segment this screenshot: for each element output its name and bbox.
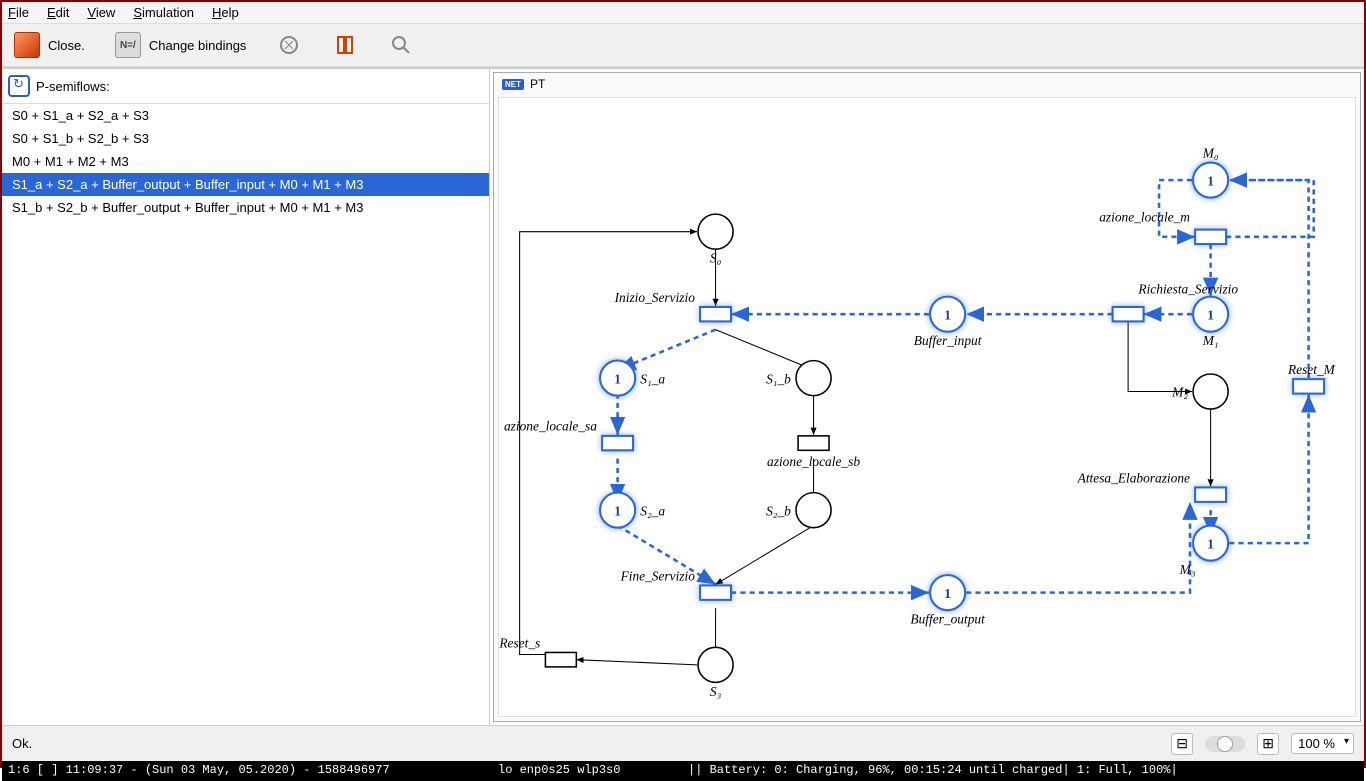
list-item[interactable]: S0 + S1_a + S2_a + S3 — [2, 104, 489, 127]
zoom-out-button[interactable]: ⊟ — [1171, 733, 1193, 755]
zoom-slider[interactable] — [1205, 736, 1245, 752]
menu-help[interactable]: Help — [212, 5, 239, 20]
change-bindings-button[interactable]: N=/ Change bindings — [115, 32, 247, 58]
svg-text:M₂: M₂ — [1171, 385, 1188, 400]
svg-text:Fine_Servizio: Fine_Servizio — [620, 568, 696, 583]
canvas-wrap: NET PT Inizio_Servizioazione_locale_saaz… — [493, 72, 1361, 722]
net-canvas[interactable]: Inizio_Servizio azione_locale_sa azione_lo… — [498, 97, 1356, 717]
svg-text:S₂_b: S₂_b — [766, 503, 791, 518]
svg-text:S₂_a: S₂_a — [640, 503, 665, 518]
system-bar: 1:6 [ ] 11:09:37 - (Sun 03 May, 05.2020)… — [2, 761, 1364, 781]
svg-text:M₃: M₃ — [1179, 562, 1196, 577]
menubar: File Edit View Simulation Help — [2, 2, 1364, 24]
menu-file[interactable]: File — [8, 5, 29, 20]
semiflows-list[interactable]: S0 + S1_a + S2_a + S3S0 + S1_b + S2_b + … — [2, 104, 489, 725]
svg-text:Inizio_Servizio: Inizio_Servizio — [614, 290, 696, 305]
close-label: Close. — [48, 38, 85, 53]
svg-text:1: 1 — [944, 586, 951, 601]
svg-text:1: 1 — [944, 307, 951, 322]
svg-text:S₁_b: S₁_b — [766, 371, 791, 386]
menu-simulation[interactable]: Simulation — [133, 5, 194, 20]
svg-text:S₀: S₀ — [710, 251, 722, 266]
svg-text:azione_locale_sa: azione_locale_sa — [504, 419, 597, 434]
svg-text:Reset_M: Reset_M — [1287, 362, 1336, 377]
svg-text:S₃: S₃ — [710, 684, 722, 699]
svg-text:azione_locale_m: azione_locale_m — [1099, 209, 1190, 224]
right-pane: NET PT Inizio_Servizioazione_locale_saaz… — [490, 67, 1364, 725]
sysbar-mid: lo enp0s25 wlp3s0 — [498, 763, 688, 779]
svg-text:1: 1 — [614, 371, 621, 386]
tool2-icon[interactable] — [332, 32, 358, 58]
svg-text:Richiesta_Servizio: Richiesta_Servizio — [1137, 282, 1238, 297]
bindings-icon: N=/ — [115, 32, 141, 58]
svg-text:azione_locale_sb: azione_locale_sb — [767, 454, 860, 469]
sysbar-left: 1:6 [ ] 11:09:37 - (Sun 03 May, 05.2020)… — [8, 763, 498, 779]
zoom-select[interactable]: 100 % — [1291, 733, 1354, 754]
status-message: Ok. — [12, 736, 32, 751]
left-pane: P-semiflows: S0 + S1_a + S2_a + S3S0 + S… — [2, 67, 490, 725]
svg-text:Reset_s: Reset_s — [499, 635, 540, 650]
statusbar: Ok. ⊟ ⊞ 100 % — [2, 725, 1364, 761]
sysbar-right: || Battery: 0: Charging, 96%, 00:15:24 u… — [688, 763, 1178, 779]
zoom-in-button[interactable]: ⊞ — [1257, 733, 1279, 755]
semiflows-header: P-semiflows: — [2, 69, 489, 104]
svg-text:1: 1 — [1207, 536, 1214, 551]
list-item[interactable]: S1_a + S2_a + Buffer_output + Buffer_inp… — [2, 173, 489, 196]
svg-text:S₁_a: S₁_a — [640, 371, 665, 386]
svg-text:1: 1 — [1207, 173, 1214, 188]
semiflows-icon — [8, 75, 30, 97]
semiflows-title: P-semiflows: — [36, 79, 110, 94]
list-item[interactable]: S0 + S1_b + S2_b + S3 — [2, 127, 489, 150]
canvas-title: NET PT — [502, 77, 545, 91]
toolbar: Close. N=/ Change bindings — [2, 24, 1364, 67]
svg-text:Attesa_Elaborazione: Attesa_Elaborazione — [1077, 470, 1190, 485]
close-icon — [14, 32, 40, 58]
canvas-title-text: PT — [530, 77, 545, 91]
net-badge: NET — [502, 79, 524, 90]
svg-text:M₁: M₁ — [1202, 333, 1219, 348]
tool1-icon[interactable] — [276, 32, 302, 58]
svg-text:Buffer_output: Buffer_output — [910, 612, 985, 627]
svg-text:Buffer_input: Buffer_input — [914, 333, 982, 348]
list-item[interactable]: S1_b + S2_b + Buffer_output + Buffer_inp… — [2, 196, 489, 219]
svg-text:1: 1 — [614, 503, 621, 518]
menu-edit[interactable]: Edit — [47, 5, 69, 20]
close-button[interactable]: Close. — [14, 32, 85, 58]
svg-text:M₀: M₀ — [1202, 145, 1219, 160]
list-item[interactable]: M0 + M1 + M2 + M3 — [2, 150, 489, 173]
menu-view[interactable]: View — [87, 5, 115, 20]
tool3-icon[interactable] — [388, 32, 414, 58]
bindings-label: Change bindings — [149, 38, 247, 53]
svg-text:1: 1 — [1207, 307, 1214, 322]
